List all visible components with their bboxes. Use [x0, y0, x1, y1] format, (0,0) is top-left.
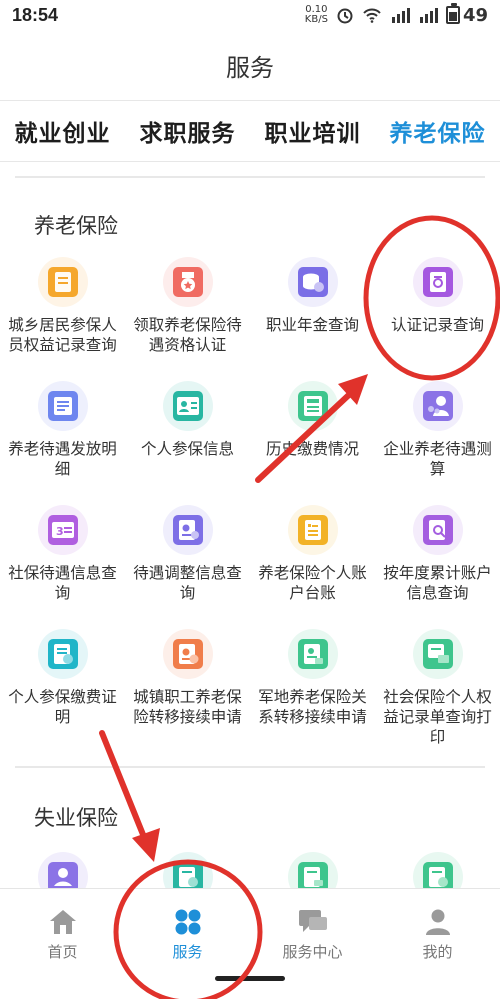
wifi-icon: [363, 8, 381, 23]
nav-service-center[interactable]: 服务中心: [250, 889, 375, 1000]
bottom-nav: 首页 服务 服务中心 我的: [0, 888, 500, 1000]
service-item-label: 认证记录查询: [390, 316, 484, 334]
doc-car-icon: [287, 852, 338, 888]
service-item-label: 按年度累计账户信息查询: [383, 564, 492, 602]
medal-icon: [162, 257, 213, 307]
home-icon: [46, 907, 80, 937]
service-item[interactable]: 养老待遇发放明细: [0, 381, 125, 479]
battery-icon: [445, 3, 460, 24]
service-item[interactable]: [0, 852, 125, 888]
service-item[interactable]: [250, 852, 375, 888]
service-item[interactable]: 城镇职工养老保险转移接续申请: [125, 629, 250, 727]
home-indicator: [215, 976, 285, 981]
svg-text:3: 3: [56, 525, 64, 538]
ledger-icon: [287, 505, 338, 555]
document-icon: [37, 257, 88, 307]
network-speed: 0.10 KB/S: [304, 4, 328, 25]
card-icon: 3: [37, 505, 88, 555]
service-item[interactable]: 企业养老待遇测算: [375, 381, 500, 479]
service-item-label: 城镇职工养老保险转移接续申请: [133, 688, 242, 726]
people-icon: [412, 381, 463, 431]
service-content[interactable]: 养老保险 城乡居民参保人员权益记录查询 领取养老保险待遇资格认证 职业年金查询 认证记…: [0, 162, 500, 888]
service-item[interactable]: 按年度累计账户信息查询: [375, 505, 500, 603]
service-item[interactable]: 个人参保信息: [125, 381, 250, 459]
service-item-label: 养老待遇发放明细: [8, 440, 117, 478]
section-title-pension: 养老保险: [34, 214, 118, 238]
grid-icon: [171, 907, 205, 937]
divider: [15, 766, 485, 768]
print-icon: [412, 629, 463, 679]
chat-icon: [296, 907, 330, 937]
service-item-label: 社会保险个人权益记录单查询打印: [383, 688, 492, 746]
coins-icon: [287, 257, 338, 307]
tab-training[interactable]: 职业培训: [265, 114, 361, 148]
proof-icon: [37, 629, 88, 679]
divider: [15, 176, 485, 178]
tab-employment[interactable]: 就业创业: [15, 114, 111, 148]
service-item-label: 历史缴费情况: [265, 440, 359, 458]
service-item[interactable]: 待遇调整信息查询: [125, 505, 250, 603]
category-tabs: 就业创业 求职服务 职业培训 养老保险: [0, 100, 500, 162]
service-item-label: 个人参保信息: [140, 440, 234, 458]
status-icons: 0.10 KB/S 49: [304, 3, 488, 26]
transfer-doc-icon: [287, 629, 338, 679]
service-item[interactable]: 个人参保缴费证明: [0, 629, 125, 727]
service-item-label: 个人参保缴费证明: [8, 688, 117, 726]
user-icon: [421, 907, 455, 937]
tab-job-seeking[interactable]: 求职服务: [140, 114, 236, 148]
service-item-label: 职业年金查询: [265, 316, 359, 334]
search-doc-icon: [412, 505, 463, 555]
service-item[interactable]: 军地养老保险关系转移接续申请: [250, 629, 375, 727]
battery: 49: [445, 3, 488, 26]
transfer-icon: [162, 629, 213, 679]
section-title-unemployment: 失业保险: [34, 806, 118, 830]
doc-check-icon: [412, 852, 463, 888]
page-title-bar: 服务: [0, 30, 500, 100]
service-item[interactable]: 社会保险个人权益记录单查询打印: [375, 629, 500, 747]
service-item-label: 养老保险个人账户台账: [258, 564, 367, 602]
service-item[interactable]: 养老保险个人账户台账: [250, 505, 375, 603]
list-icon: [37, 381, 88, 431]
signal-icon-2: [419, 8, 438, 23]
service-item[interactable]: 领取养老保险待遇资格认证: [125, 257, 250, 355]
status-time: 18:54: [12, 4, 59, 25]
service-item[interactable]: 3 社保待遇信息查询: [0, 505, 125, 603]
service-item[interactable]: 认证记录查询: [375, 257, 500, 335]
service-item-label: 城乡居民参保人员权益记录查询: [8, 316, 117, 354]
service-item-label: 企业养老待遇测算: [383, 440, 492, 478]
nav-mine[interactable]: 我的: [375, 889, 500, 1000]
service-item[interactable]: [375, 852, 500, 888]
alarm-icon: [337, 8, 353, 24]
service-item[interactable]: 历史缴费情况: [250, 381, 375, 459]
nav-service[interactable]: 服务: [125, 889, 250, 1000]
service-item-label: 领取养老保险待遇资格认证: [133, 316, 242, 354]
signal-icon: [391, 8, 410, 23]
adjust-icon: [162, 505, 213, 555]
service-item-label: 军地养老保险关系转移接续申请: [258, 688, 367, 726]
tab-pension[interactable]: 养老保险: [390, 114, 486, 148]
nav-home[interactable]: 首页: [0, 889, 125, 1000]
service-item[interactable]: [125, 852, 250, 888]
receipt-icon: [287, 381, 338, 431]
service-item[interactable]: 城乡居民参保人员权益记录查询: [0, 257, 125, 355]
service-item-label: 待遇调整信息查询: [133, 564, 242, 602]
id-card-icon: [162, 381, 213, 431]
service-item[interactable]: 职业年金查询: [250, 257, 375, 335]
doc-plus-icon: [162, 852, 213, 888]
certificate-icon: [412, 257, 463, 307]
page-title: 服务: [226, 53, 274, 82]
user-hand-icon: [37, 852, 88, 888]
service-item-label: 社保待遇信息查询: [8, 564, 117, 602]
status-bar: 18:54 0.10 KB/S 49: [0, 0, 500, 30]
